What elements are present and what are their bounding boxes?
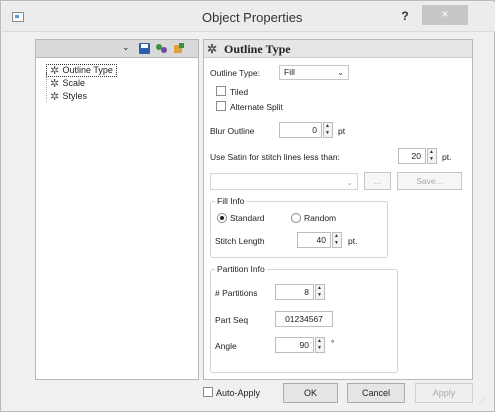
satin-spinner[interactable] [427, 148, 437, 164]
angle-label: Angle [215, 341, 237, 351]
stitch-length-unit: pt. [348, 236, 358, 246]
partition-info-title: Partition Info [215, 264, 267, 274]
tree-item-label: Outline Type [62, 65, 113, 75]
save-icon[interactable] [139, 43, 150, 54]
outline-type-value: Fill [284, 67, 295, 77]
satin-label: Use Satin for stitch lines less than: [210, 152, 340, 162]
cancel-button[interactable]: Cancel [347, 383, 405, 403]
panel-title: Outline Type [224, 42, 291, 56]
auto-apply-label: Auto-Apply [216, 388, 261, 398]
outline-type-select[interactable]: Fill ⌄ [279, 65, 349, 80]
stitch-length-spinner[interactable] [332, 232, 342, 248]
properties-panel: ✲ Outline Type Outline Type: Fill ⌄ Tile… [203, 39, 473, 380]
random-radio[interactable] [291, 213, 301, 223]
preset-more-button[interactable]: ... [364, 172, 391, 190]
window-title: Object Properties [202, 10, 303, 25]
gear-icon: ✲ [50, 64, 60, 77]
alternate-split-label: Alternate Split [230, 102, 283, 112]
partitions-input[interactable]: 8 [275, 284, 314, 300]
tree-item-outline-type[interactable]: ✲ Outline Type [46, 64, 117, 77]
standard-label: Standard [230, 213, 265, 223]
angle-spinner[interactable] [315, 337, 325, 353]
chevron-down-icon[interactable]: ⌄ [122, 42, 130, 53]
preset-save-button[interactable]: Save... [397, 172, 462, 190]
tree-item-label: Scale [62, 78, 86, 88]
wizard-icon[interactable] [155, 42, 168, 55]
standard-radio[interactable] [217, 213, 227, 223]
alternate-split-checkbox[interactable] [216, 101, 226, 111]
partition-info-group: Partition Info # Partitions 8 Part Seq 0… [210, 264, 398, 373]
partitions-label: # Partitions [215, 288, 258, 298]
random-label: Random [304, 213, 337, 223]
blur-outline-spinner[interactable] [323, 122, 333, 138]
preset-select[interactable]: ⌄ [210, 173, 358, 190]
partitions-spinner[interactable] [315, 284, 325, 300]
tool-icon[interactable] [173, 42, 186, 55]
stitch-length-input[interactable]: 40 [297, 232, 331, 248]
help-button[interactable]: ? [396, 8, 414, 26]
angle-input[interactable]: 90 [275, 337, 314, 353]
title-bar: Object Properties ? × [2, 2, 495, 32]
window-icon [12, 12, 24, 22]
satin-unit: pt. [442, 152, 452, 162]
fill-info-title: Fill Info [215, 196, 247, 206]
tiled-checkbox[interactable] [216, 86, 226, 96]
properties-window: Object Properties ? × ⌄ ✲ Outline Type ✲… [0, 0, 495, 412]
gear-icon: ✲ [50, 77, 60, 90]
gear-icon: ✲ [50, 90, 60, 103]
tree-toolbar: ⌄ [35, 39, 199, 58]
outline-type-label: Outline Type: [210, 68, 260, 78]
angle-unit: ° [331, 338, 335, 348]
chevron-down-icon: ⌄ [346, 178, 353, 187]
fill-info-group: Fill Info Standard Random Stitch Length … [210, 196, 388, 258]
chevron-down-icon: ⌄ [337, 68, 344, 77]
tree-item-label: Styles [62, 91, 88, 101]
properties-tree: ✲ Outline Type ✲ Scale ✲ Styles [35, 58, 199, 380]
panel-header: ✲ Outline Type [204, 40, 472, 58]
auto-apply-checkbox[interactable] [203, 387, 213, 397]
close-button[interactable]: × [422, 5, 468, 25]
blur-outline-unit: pt [338, 126, 346, 136]
tree-item-styles[interactable]: ✲ Styles [46, 91, 91, 102]
tiled-label: Tiled [230, 87, 249, 97]
gear-icon: ✲ [207, 42, 218, 56]
part-seq-label: Part Seq [215, 315, 249, 325]
satin-input[interactable]: 20 [398, 148, 426, 164]
blur-outline-input[interactable]: 0 [279, 122, 322, 138]
stitch-length-label: Stitch Length [215, 236, 265, 246]
apply-button[interactable]: Apply [415, 383, 473, 403]
resize-grip-icon[interactable]: ⋰ [479, 397, 485, 404]
blur-outline-label: Blur Outline [210, 126, 255, 136]
tree-item-scale[interactable]: ✲ Scale [46, 78, 89, 89]
part-seq-input[interactable]: 01234567 [275, 311, 333, 327]
ok-button[interactable]: OK [283, 383, 338, 403]
